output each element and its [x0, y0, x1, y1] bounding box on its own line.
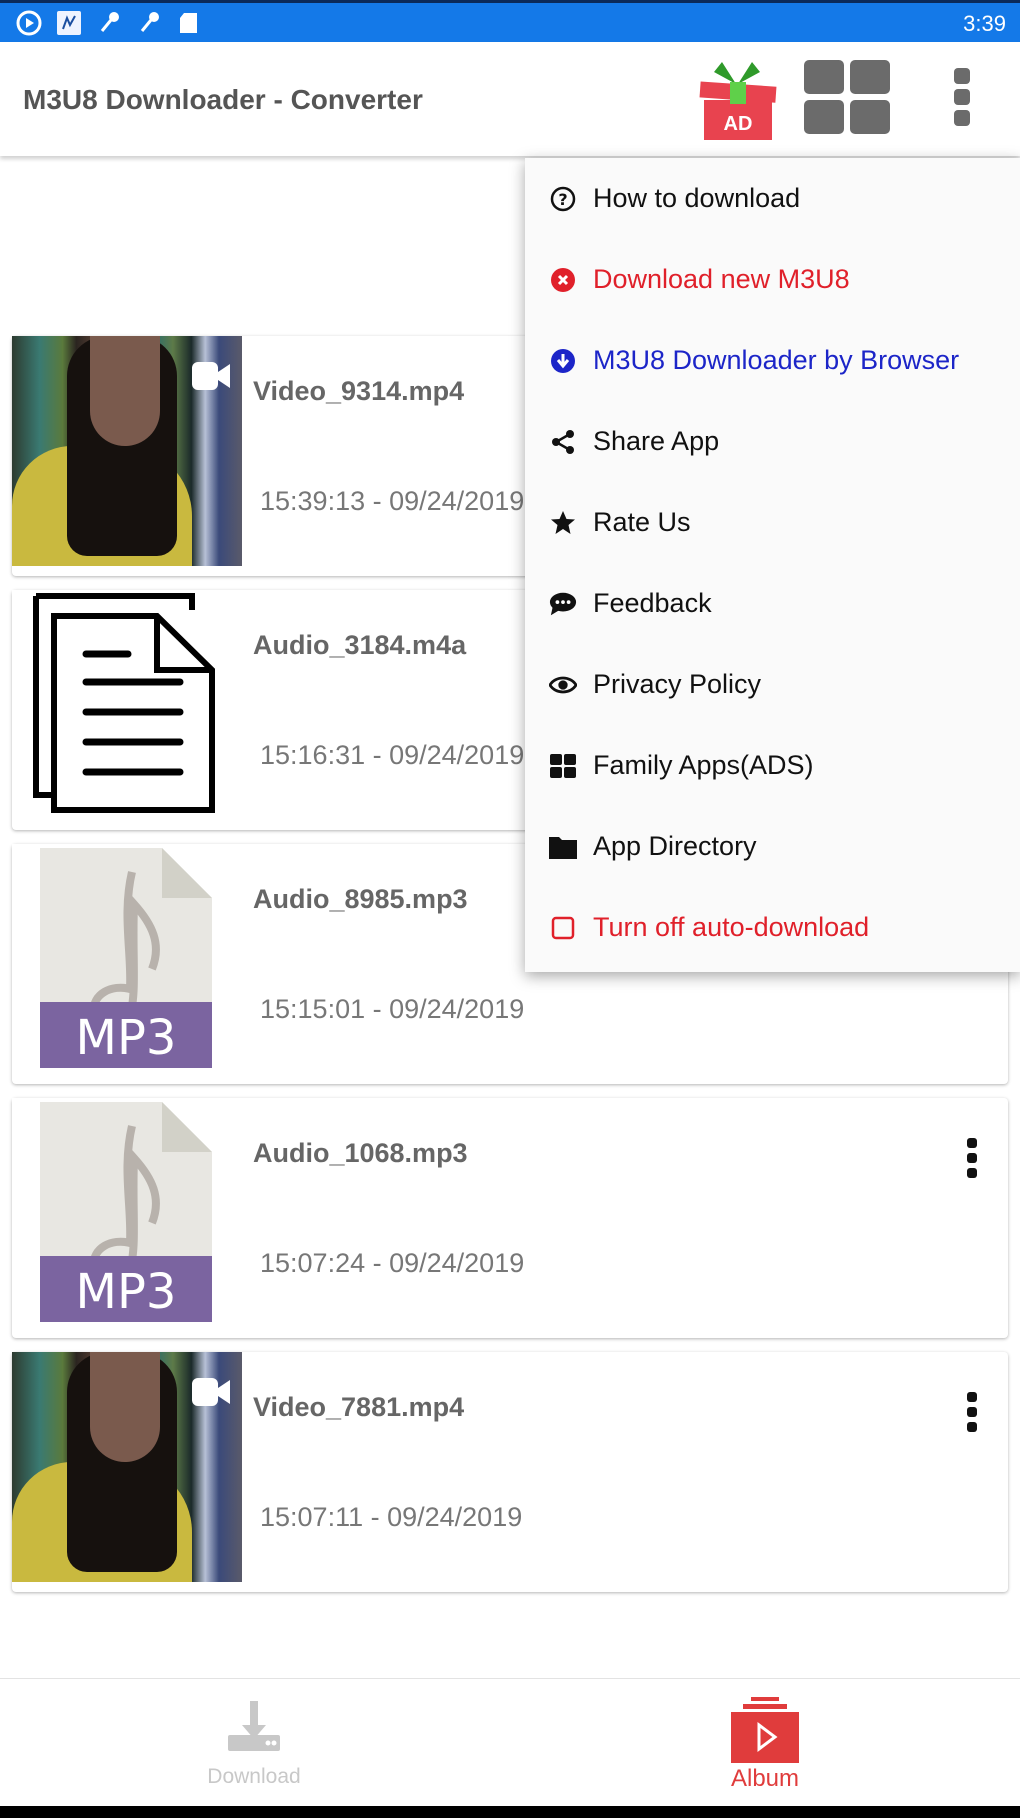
- grid-view-icon-cell: [850, 100, 890, 134]
- more-dot: [967, 1407, 977, 1417]
- menu-item-label: Family Apps(ADS): [593, 750, 814, 780]
- file-card[interactable]: Video_7881.mp4 15:07:11 - 09/24/2019: [12, 1352, 1008, 1592]
- file-name: Audio_3184.m4a: [253, 630, 467, 660]
- download-circle-icon: [549, 347, 577, 375]
- menu-item-how-to-download[interactable]: ? How to download: [525, 158, 1020, 239]
- microphone-icon: [96, 10, 122, 36]
- play-circle-icon: [16, 10, 42, 36]
- more-dot: [967, 1153, 977, 1163]
- more-vert-icon: [967, 1392, 977, 1402]
- close-circle-icon: [549, 266, 577, 294]
- help-circle-icon: ?: [549, 185, 577, 213]
- overflow-dot: [954, 89, 970, 105]
- menu-item-turn-off-auto-download[interactable]: Turn off auto-download: [525, 887, 1020, 968]
- system-nav-strip: [0, 1806, 1020, 1818]
- svg-text:?: ?: [558, 190, 567, 209]
- gift-ad-icon: AD: [699, 62, 777, 140]
- menu-item-privacy-policy[interactable]: Privacy Policy: [525, 644, 1020, 725]
- more-dot: [967, 1168, 977, 1178]
- apps-grid-icon: [549, 752, 577, 780]
- overflow-dot: [954, 110, 970, 126]
- menu-item-label: Rate Us: [593, 507, 691, 537]
- file-name: Audio_1068.mp3: [253, 1138, 468, 1168]
- mp3-file-icon: MP3: [12, 844, 242, 1074]
- mp3-file-icon: MP3: [12, 1098, 242, 1328]
- menu-item-downloader-by-browser[interactable]: M3U8 Downloader by Browser: [525, 320, 1020, 401]
- status-bar: 3:39: [0, 0, 1020, 42]
- menu-item-label: Share App: [593, 426, 720, 456]
- tab-album-label: Album: [730, 1765, 800, 1792]
- file-timestamp: 15:15:01 - 09/24/2019: [260, 994, 525, 1024]
- menu-item-share-app[interactable]: Share App: [525, 401, 1020, 482]
- microphone-icon: [136, 10, 162, 36]
- file-card[interactable]: MP3 Audio_1068.mp3 15:07:24 - 09/24/2019: [12, 1098, 1008, 1338]
- video-camera-icon: [192, 362, 230, 390]
- menu-item-label: App Directory: [593, 831, 757, 861]
- document-thumbnail: [12, 590, 242, 820]
- sd-card-icon: [176, 10, 202, 36]
- menu-item-rate-us[interactable]: Rate Us: [525, 482, 1020, 563]
- menu-item-app-directory[interactable]: App Directory: [525, 806, 1020, 887]
- menu-item-label: Turn off auto-download: [593, 912, 870, 942]
- menu-item-label: Feedback: [593, 588, 712, 618]
- video-camera-icon: [192, 1378, 230, 1406]
- star-icon: [549, 509, 577, 537]
- checkbox-unchecked-icon[interactable]: [549, 914, 577, 942]
- more-vert-icon: [967, 1138, 977, 1148]
- menu-item-family-apps[interactable]: Family Apps(ADS): [525, 725, 1020, 806]
- more-dot: [967, 1422, 977, 1432]
- mp3-thumbnail: MP3: [12, 1098, 242, 1328]
- share-icon: [549, 428, 577, 456]
- menu-item-download-new-m3u8[interactable]: Download new M3U8: [525, 239, 1020, 320]
- download-icon: [228, 1701, 280, 1751]
- file-timestamp: 15:39:13 - 09/24/2019: [260, 486, 525, 516]
- file-name: Audio_8985.mp3: [253, 884, 468, 914]
- overflow-menu: ? How to download Download new M3U8 M3U8…: [525, 158, 1020, 972]
- menu-item-feedback[interactable]: Feedback: [525, 563, 1020, 644]
- menu-item-label: Download new M3U8: [593, 264, 850, 294]
- document-icon: [12, 590, 242, 820]
- grid-view-icon-cell: [850, 60, 890, 94]
- menu-item-label: Privacy Policy: [593, 669, 762, 699]
- menu-item-label: How to download: [593, 183, 801, 213]
- chat-bubble-icon: [549, 590, 577, 618]
- overflow-menu-button[interactable]: [952, 68, 972, 128]
- app-bar: M3U8 Downloader - Converter AD: [0, 42, 1020, 156]
- video-thumbnail: [12, 1352, 242, 1582]
- folder-icon: [549, 833, 577, 861]
- file-timestamp: 15:07:24 - 09/24/2019: [260, 1248, 525, 1278]
- mp3-thumbnail: MP3: [12, 844, 242, 1074]
- video-thumbnail: [12, 336, 242, 566]
- app-notification-icon: [56, 10, 82, 36]
- bottom-navigation: Download Album: [0, 1678, 1020, 1806]
- item-more-button[interactable]: [966, 1392, 978, 1432]
- grid-view-icon-cell: [804, 100, 844, 134]
- grid-view-icon: [804, 60, 844, 94]
- item-more-button[interactable]: [966, 1138, 978, 1178]
- album-play-icon: [731, 1697, 799, 1763]
- ad-badge-text: AD: [724, 113, 753, 135]
- menu-item-label: M3U8 Downloader by Browser: [593, 345, 960, 375]
- clock: 3:39: [963, 11, 1006, 36]
- tab-download-label: Download: [207, 1765, 301, 1788]
- file-name: Video_9314.mp4: [253, 376, 465, 406]
- file-timestamp: 15:16:31 - 09/24/2019: [260, 740, 525, 770]
- file-timestamp: 15:07:11 - 09/24/2019: [260, 1502, 523, 1532]
- mp3-badge: MP3: [76, 1010, 177, 1066]
- mp3-badge: MP3: [76, 1264, 177, 1320]
- app-title: M3U8 Downloader - Converter: [23, 84, 423, 115]
- file-name: Video_7881.mp4: [253, 1392, 465, 1422]
- grid-view-button[interactable]: [804, 60, 892, 135]
- gift-ad-button[interactable]: AD: [692, 54, 782, 144]
- tab-album[interactable]: Album: [665, 1691, 865, 1801]
- tab-download[interactable]: Download: [154, 1691, 354, 1801]
- eye-icon: [549, 671, 577, 699]
- overflow-menu-icon: [954, 68, 970, 84]
